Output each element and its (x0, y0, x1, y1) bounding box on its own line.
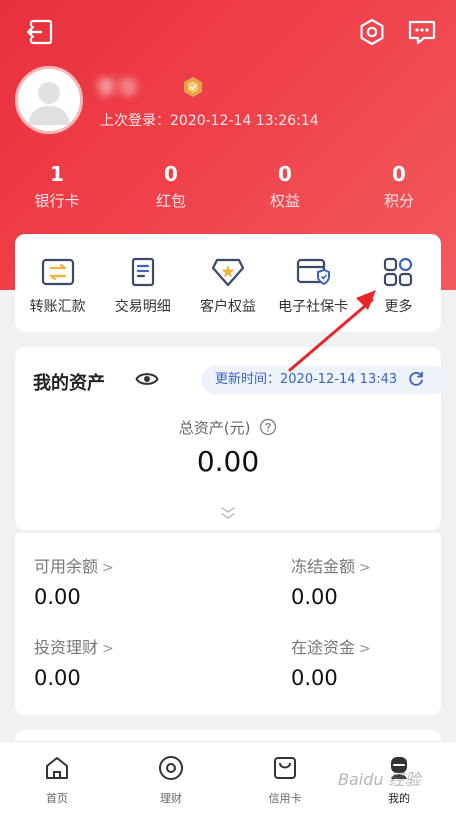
message-icon[interactable] (404, 14, 440, 50)
eye-icon[interactable] (135, 369, 159, 389)
transfer-icon (40, 254, 76, 290)
funds-in-transit[interactable]: 在途资金 > 0.00 (291, 634, 456, 690)
wealth-icon (157, 754, 185, 782)
balances-card: 可用余额 > 0.00 冻结金额 > 0.00 投资理财 > 0.00 在途资金 > 0… (15, 533, 441, 715)
assets-card: 我的资产 更新时间：2020-12-14 13:43 总资产(元) 0.00 (15, 347, 449, 530)
available-balance-value: 0.00 (34, 585, 81, 609)
stats-row: 1 银行卡 0 红包 0 权益 0 积分 (0, 160, 456, 220)
frozen-amount-label: 冻结金额 (291, 557, 356, 576)
stat-bank-cards[interactable]: 1 银行卡 (0, 160, 114, 220)
stat-value: 1 (50, 162, 64, 186)
refresh-icon[interactable] (407, 370, 427, 390)
tab-wealth[interactable]: 理财 (114, 742, 228, 814)
shortcut-label: 交易明细 (114, 299, 171, 315)
logout-icon[interactable] (22, 14, 58, 50)
credit-card-icon (271, 754, 299, 782)
shortcut-statement[interactable]: 交易明细 (100, 234, 185, 332)
stat-value: 0 (164, 162, 178, 186)
stat-label: 权益 (269, 192, 300, 210)
funds-in-transit-label: 在途资金 (291, 638, 356, 657)
chevron-right-icon: > (359, 641, 371, 657)
shortcut-transfer[interactable]: 转账汇款 (15, 234, 100, 332)
available-balance[interactable]: 可用余额 > 0.00 (34, 553, 214, 609)
frozen-amount-value: 0.00 (291, 585, 338, 609)
tab-home[interactable]: 首页 (0, 742, 114, 814)
vip-badge-icon[interactable] (182, 76, 204, 98)
tab-label: 信用卡 (268, 792, 302, 805)
settings-icon[interactable] (354, 14, 390, 50)
frozen-amount[interactable]: 冻结金额 > 0.00 (291, 553, 456, 609)
stat-label: 积分 (383, 192, 414, 210)
help-icon[interactable] (259, 418, 277, 440)
total-assets-value: 0.00 (196, 445, 260, 478)
diamond-icon (210, 254, 246, 290)
stat-points[interactable]: 0 积分 (342, 160, 456, 220)
last-login-time: 上次登录：2020-12-14 13:26:14 (100, 113, 319, 129)
chevron-right-icon: > (102, 560, 114, 576)
tab-label: 理财 (160, 792, 182, 805)
total-assets-label: 总资产(元) (178, 419, 251, 437)
shortcut-label: 更多 (384, 299, 413, 315)
shortcut-social-card[interactable]: 电子社保卡 (271, 234, 356, 332)
stat-benefits[interactable]: 0 权益 (228, 160, 342, 220)
shortcut-more[interactable]: 更多 (356, 234, 441, 332)
available-balance-label: 可用余额 (34, 557, 99, 576)
expand-chevron-icon[interactable] (219, 505, 237, 519)
shortcut-label: 客户权益 (199, 299, 256, 315)
home-icon (43, 754, 71, 782)
watermark: Baidu 经验 (338, 770, 421, 789)
investment-label: 投资理财 (34, 638, 99, 657)
social-card-icon (295, 254, 331, 290)
avatar[interactable] (15, 66, 83, 134)
investment-value: 0.00 (34, 666, 81, 690)
grid-icon (380, 254, 416, 290)
chevron-right-icon: > (359, 560, 371, 576)
chevron-right-icon: > (102, 641, 114, 657)
shortcut-benefits[interactable]: 客户权益 (185, 234, 270, 332)
total-assets-row: 总资产(元) (15, 417, 441, 440)
tab-label: 首页 (46, 792, 68, 805)
stat-label: 红包 (155, 192, 186, 210)
stat-red-packets[interactable]: 0 红包 (114, 160, 228, 220)
stat-label: 银行卡 (34, 192, 80, 210)
shortcut-panel: 转账汇款 交易明细 客户权益 电子社保卡 更多 (15, 234, 441, 332)
shortcut-label: 电子社保卡 (278, 299, 349, 315)
shortcut-label: 转账汇款 (29, 299, 86, 315)
assets-title: 我的资产 (33, 373, 105, 394)
tab-credit-card[interactable]: 信用卡 (228, 742, 342, 814)
username: 李华 (96, 76, 140, 100)
investment[interactable]: 投资理财 > 0.00 (34, 634, 214, 690)
funds-in-transit-value: 0.00 (291, 666, 338, 690)
statement-icon (125, 254, 161, 290)
stat-value: 0 (392, 162, 406, 186)
stat-value: 0 (278, 162, 292, 186)
tab-label: 我的 (388, 792, 410, 805)
